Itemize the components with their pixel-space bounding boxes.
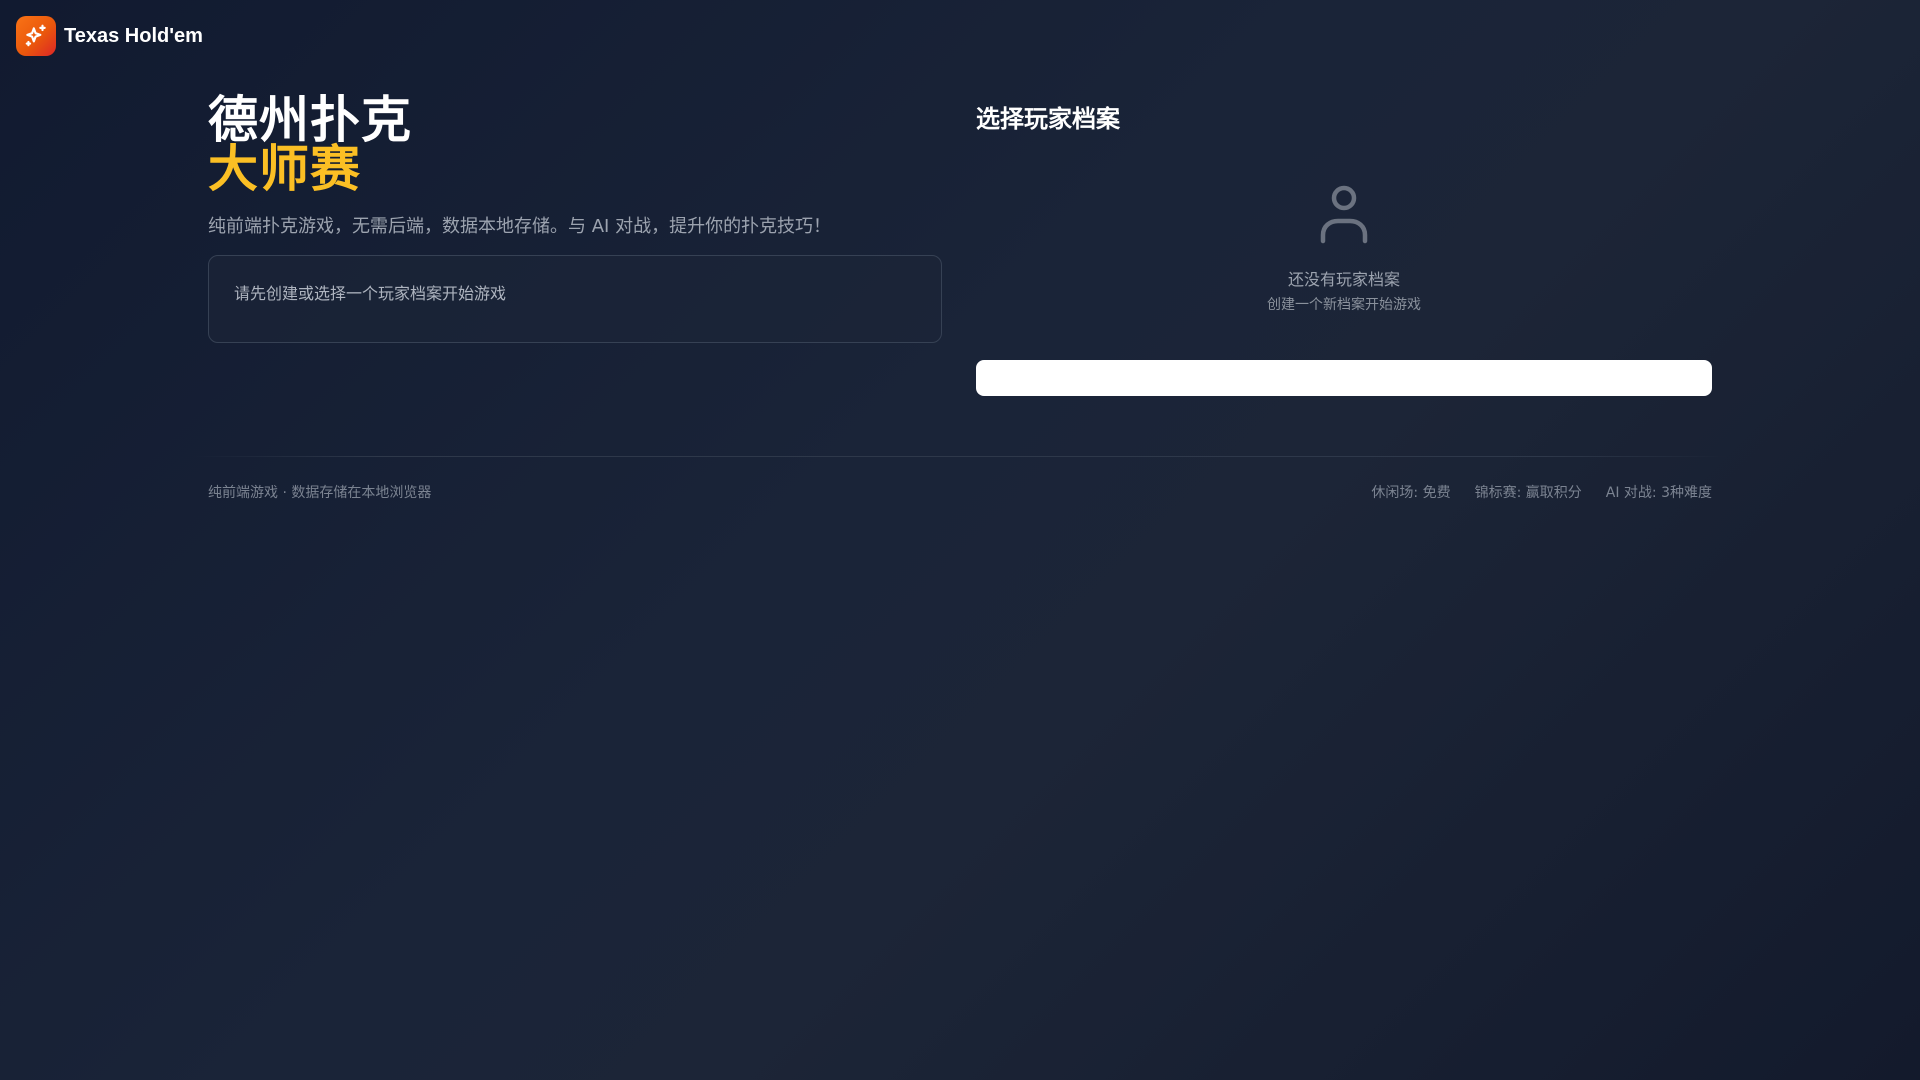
footer-feature-casual: 休闲场: 免费 — [1371, 485, 1451, 501]
hero-title-line2: 大师赛 — [208, 140, 361, 198]
footer-feature-ai: AI 对战: 3种难度 — [1605, 485, 1712, 501]
start-notice: 请先创建或选择一个玩家档案开始游戏 — [208, 255, 942, 343]
footer-divider — [192, 456, 1728, 457]
hero-title: 德州扑克 大师赛 — [208, 91, 944, 198]
sparkles-icon — [16, 16, 56, 56]
footer-feature-tournament: 锦标赛: 赢取积分 — [1474, 485, 1582, 501]
empty-state-subtitle: 创建一个新档案开始游戏 — [1267, 297, 1421, 313]
panel-title: 选择玩家档案 — [976, 105, 1120, 133]
profile-panel: 选择玩家档案 还没有玩家档案 创建一个新档案开始游戏 — [976, 100, 1712, 396]
app-name: Texas Hold'em — [64, 24, 203, 47]
start-notice-text: 请先创建或选择一个玩家档案开始游戏 — [234, 284, 507, 303]
hero-subtitle: 纯前端扑克游戏，无需后端，数据本地存储。与 AI 对战，提升你的扑克技巧！ — [208, 216, 832, 237]
footer-features: 休闲场: 免费 锦标赛: 赢取积分 AI 对战: 3种难度 — [1371, 482, 1712, 502]
empty-state: 还没有玩家档案 创建一个新档案开始游戏 — [976, 184, 1712, 314]
empty-state-title: 还没有玩家档案 — [1287, 270, 1400, 289]
create-profile-button[interactable] — [976, 360, 1712, 396]
brand[interactable]: Texas Hold'em — [16, 16, 203, 56]
hero-section: 德州扑克 大师赛 纯前端扑克游戏，无需后端，数据本地存储。与 AI 对战，提升你… — [208, 91, 944, 343]
user-icon — [1320, 184, 1368, 248]
hero-title-line1: 德州扑克 — [208, 91, 412, 149]
footer-note: 纯前端游戏 · 数据存储在本地浏览器 — [208, 485, 432, 501]
